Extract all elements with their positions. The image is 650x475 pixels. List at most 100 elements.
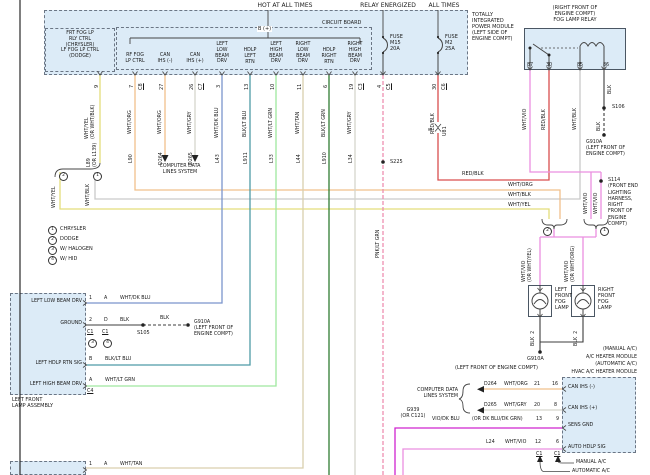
callout-automatic-ac: AUTOMATIC A/C bbox=[572, 469, 611, 474]
left-front-lamp-assembly-label: LEFT FRONT LAMP ASSEMBLY bbox=[12, 397, 54, 409]
splice-s225-label: S225 bbox=[390, 159, 403, 165]
pin-1-right-low: 1 bbox=[89, 462, 93, 467]
conn-c6: C6 bbox=[441, 83, 447, 90]
circuit-l43: L43 bbox=[216, 154, 221, 163]
variant-3-halogen: 3 bbox=[88, 339, 97, 348]
wire-wht-org-l90: WHT/ORG bbox=[128, 110, 133, 134]
circuit-l24: L24 bbox=[486, 440, 495, 445]
wire-wht-vio-hvac: WHT/VIO bbox=[505, 440, 527, 445]
conn-c1-manual: C1 bbox=[536, 452, 543, 457]
wire-left-fog-feed: WHT/VIO (OR WHT/YEL) bbox=[522, 248, 533, 282]
legend-1-chrysler: CHRYSLER bbox=[60, 226, 87, 232]
callout-manual-ac: MANUAL A/C bbox=[576, 460, 607, 465]
pin-right-high-beam-drv: RIGHT HIGH BEAM DRV bbox=[347, 42, 363, 65]
relay-pin-86: 86 bbox=[603, 63, 610, 68]
splice-s106-label: S106 bbox=[612, 104, 625, 110]
wire-wht-vio-leg2: WHT/VIO bbox=[594, 192, 599, 214]
wire-wht-yel-or-wht-blk: WHT/YEL (OR WHT/BLK) bbox=[85, 104, 96, 139]
conn-c8: C8 bbox=[138, 83, 144, 90]
c1-leaders bbox=[539, 460, 574, 472]
computer-data-lines-top: COMPUTER DATA LINES SYSTEM bbox=[159, 164, 201, 175]
wire-blk-row: BLK bbox=[120, 318, 130, 323]
pin-rf-fog-lp-ctrl: RF FOG LP CTRL bbox=[125, 53, 145, 64]
wire-wht-vio-leg1: WHT/VIO bbox=[584, 192, 589, 214]
tipm-pin-10: 10 bbox=[270, 83, 276, 90]
legend-2-num: 2 bbox=[48, 236, 57, 245]
hvac-pin-21: 21 bbox=[534, 382, 541, 387]
wire-blk-s106: BLK bbox=[608, 84, 613, 94]
wire-wht-dk-blu: WHT/DK BLU bbox=[215, 107, 220, 139]
hvac-can-ihs-minus: CAN IHS (-) bbox=[568, 385, 595, 390]
relay-pin-85: 85 bbox=[577, 63, 584, 68]
wire-blk-dashed-label: BLK bbox=[160, 316, 170, 321]
wire-wht-dk-blu-row: WHT/DK BLU bbox=[120, 296, 151, 301]
wire-wht-blk-leg: WHT/BLK bbox=[86, 183, 91, 206]
variant-2-left-split: 2 bbox=[59, 172, 68, 181]
ground-g910a-left: G910A (LEFT FRONT OF ENGINE COMPT) bbox=[194, 320, 234, 337]
relay-pin-87: 87 bbox=[527, 63, 534, 68]
pin-hdlp-right-rtn: HDLP RIGHT RTN bbox=[321, 48, 337, 65]
circuit-l911: L911 bbox=[244, 152, 249, 164]
row-left-low-beam-drv: LEFT LOW BEAM DRV bbox=[31, 299, 82, 304]
tipm-pin-6: 6 bbox=[323, 84, 329, 88]
pin-1-left-low: 1 bbox=[89, 296, 93, 301]
wire-l90-wht-org bbox=[134, 75, 561, 219]
wire-wht-lt-grn-row: WHT/LT GRN bbox=[105, 378, 136, 383]
splice-s114-label: S114 (FRONT END LIGHTING HARNESS, RIGHT … bbox=[608, 178, 639, 228]
tipm-pin-7: 7 bbox=[129, 84, 135, 88]
right-front-fog-lamp-label: RIGHT FRONT FOG LAMP bbox=[598, 287, 616, 311]
wire-blk-lt-blu: BLK/LT BLU bbox=[243, 110, 248, 137]
tipm-pin-4: 4 bbox=[377, 84, 383, 88]
wire-wht-yel-leg: WHT/YEL bbox=[52, 186, 57, 208]
fuse-m15-label: FUSE M15 20A bbox=[390, 34, 403, 52]
conn-c3: C3 bbox=[358, 83, 364, 90]
label-wht-yel-h: WHT/YEL bbox=[508, 201, 531, 208]
tipm-pin-26: 26 bbox=[189, 83, 195, 90]
pin-b-rtn: B bbox=[89, 357, 93, 362]
circuit-l90: L90 bbox=[129, 154, 134, 163]
wire-blk-right-fog: BLK 2 bbox=[574, 330, 579, 346]
legend-3-halogen: W/ HALOGEN bbox=[60, 246, 93, 252]
ground-g910a-fog-location: (LEFT FRONT OF ENGINE COMPT) bbox=[455, 365, 538, 371]
wire-vio-dk-blu-alt: (OR DK BLU/DK GRN) bbox=[472, 417, 523, 422]
tipm-pin-19: 19 bbox=[349, 83, 355, 90]
relay-pin-30: 30 bbox=[546, 63, 553, 68]
banner-all-times: ALL TIMES bbox=[428, 2, 460, 9]
fuse-m2-symbol bbox=[437, 37, 443, 75]
label-wht-org-h: WHT/ORG bbox=[508, 182, 533, 188]
legend-4-hid: W/ HID bbox=[60, 256, 78, 262]
tipm-module-label: TOTALLY INTEGRATED POWER MODULE (LEFT SI… bbox=[472, 12, 514, 42]
fog-lamp-relay-label: (RIGHT FRONT OF ENGINE COMPT) FOG LAMP R… bbox=[552, 5, 598, 23]
circuit-d264-hvac: D264 bbox=[484, 382, 497, 387]
variant-1-fog: 1 bbox=[600, 227, 609, 236]
left-front-fog-lamp-label: LEFT FRONT FOG LAMP bbox=[555, 287, 573, 311]
label-wht-blk-h: WHT/BLK bbox=[508, 191, 531, 198]
hvac-pin-16: 16 bbox=[552, 382, 559, 387]
wire-pnk-lt-grn: PNK/LT GRN bbox=[376, 229, 381, 258]
circuit-l33: L33 bbox=[270, 154, 275, 163]
conn-c1-b: C1 bbox=[102, 330, 109, 335]
conn-u81: U81 bbox=[443, 126, 448, 136]
hvac-pin-20: 20 bbox=[534, 403, 541, 408]
hvac-pin-8: 8 bbox=[554, 403, 558, 408]
circuit-d265-hvac: D265 bbox=[484, 403, 497, 408]
wire-wht-tan-row: WHT/TAN bbox=[120, 462, 143, 467]
conn-c4: C4 bbox=[87, 389, 94, 394]
legend-4-num: 4 bbox=[48, 256, 57, 265]
circuit-l89: L89 (OR L139) bbox=[87, 142, 98, 167]
wire-vio-dk-blu: VIO/DK BLU bbox=[432, 417, 460, 422]
pin-left-high-beam-drv: LEFT HIGH BEAM DRV bbox=[269, 42, 283, 65]
wire-blk-lt-grn: BLK/LT GRN bbox=[322, 109, 327, 137]
wire-wht-yel-branch bbox=[59, 172, 550, 219]
braces bbox=[54, 162, 609, 414]
wire-blk-left-fog: BLK 2 bbox=[531, 330, 536, 346]
wire-wht-gry-hvac: WHT/GRY bbox=[504, 403, 527, 408]
wire-wht-org-hvac: WHT/ORG bbox=[504, 382, 528, 387]
hvac-module-header: (MANUAL A/C) A/C HEATER MODULE (AUTOMATI… bbox=[571, 347, 637, 375]
conn-u81-pin-8: 8 bbox=[429, 127, 434, 131]
hvac-sens-gnd: SENS GND bbox=[568, 423, 594, 428]
ground-g939: G939 (OR C121) bbox=[400, 408, 426, 419]
wire-l43-wht-dk-blu bbox=[86, 75, 223, 304]
variant-4-hid: 4 bbox=[103, 339, 112, 348]
wire-wht-blk-relay: WHT/BLK bbox=[573, 107, 578, 130]
